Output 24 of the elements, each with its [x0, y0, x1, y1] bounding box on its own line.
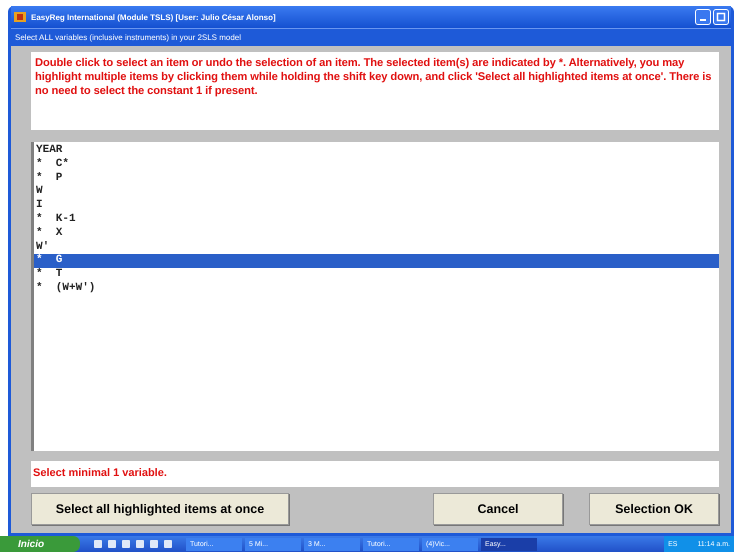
variable-list[interactable]: YEAR * C* * P W I * K-1 * X W' * G * T * (W+W')	[31, 142, 719, 451]
list-item[interactable]: W	[34, 185, 719, 200]
select-highlighted-button[interactable]: Select all highlighted items at once	[31, 493, 289, 525]
status-message: Select minimal 1 variable.	[31, 461, 719, 487]
maximize-button[interactable]	[713, 9, 729, 25]
list-item[interactable]: YEAR	[34, 144, 719, 158]
maximize-icon	[716, 12, 726, 22]
window-title: EasyReg International (Module TSLS) [User: Julio César Alonso]	[31, 12, 277, 22]
start-button[interactable]: Inicio	[0, 536, 80, 552]
list-item[interactable]: * P	[34, 172, 719, 186]
list-item[interactable]: * T	[34, 268, 719, 282]
selection-ok-button[interactable]: Selection OK	[589, 493, 719, 525]
list-item[interactable]: * X	[34, 226, 719, 241]
list-item[interactable]: I	[34, 199, 719, 213]
instructions-text: Double click to select an item or undo the selection of an item. The selected item(s) are indicated by *. Alternatively, you may highlight multiple items by clicking them while holding the shift key down, and click 'Select all highlighted items at once'. There is no need to select the constant 1 if present.	[31, 52, 719, 130]
app-icon	[13, 10, 27, 24]
list-item[interactable]: * G	[34, 254, 719, 268]
list-item[interactable]: * K-1	[34, 212, 719, 227]
minimize-button[interactable]	[695, 9, 711, 25]
minimize-icon	[700, 19, 706, 21]
list-item[interactable]: W'	[34, 240, 719, 254]
list-item[interactable]: * (W+W')	[34, 282, 719, 296]
list-item[interactable]: * C*	[34, 158, 719, 172]
cancel-button[interactable]: Cancel	[433, 493, 563, 525]
